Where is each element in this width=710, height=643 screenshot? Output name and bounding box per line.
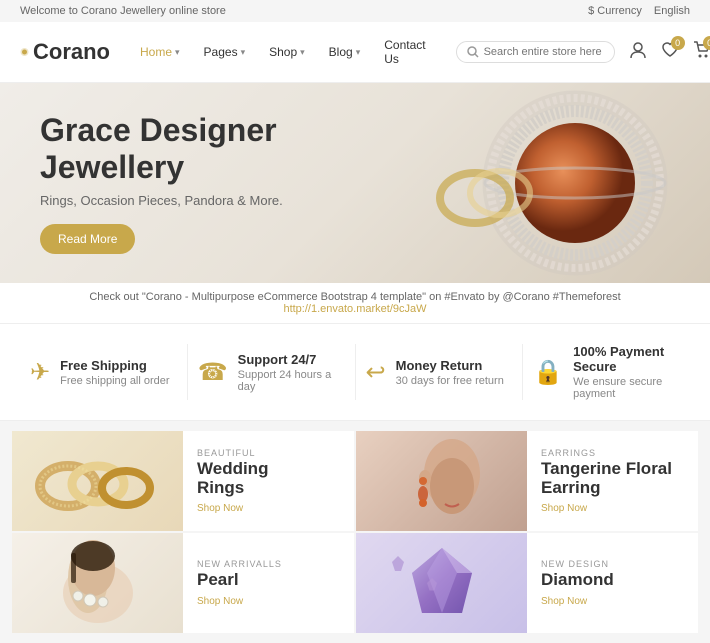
product-image-diamond [356,533,527,633]
feature-shipping: ✈ Free Shipping Free shipping all order [20,344,187,400]
search-box[interactable] [456,41,615,63]
hero-section: Grace Designer Jewellery Rings, Occasion… [0,83,710,283]
rings-name: Wedding Rings [197,460,268,497]
feature-shipping-text: Free Shipping Free shipping all order [60,358,169,387]
nav-home[interactable]: Home ▾ [130,39,190,65]
return-icon: ↩ [366,358,386,387]
header: Corano Home ▾ Pages ▾ Shop ▾ Blog ▾ Cont… [0,22,710,83]
diamond-name: Diamond [541,571,614,590]
return-desc: 30 days for free return [396,375,504,387]
feature-support-text: Support 24/7 Support 24 hours a day [238,352,345,393]
product-card-earring: EARRINGS Tangerine Floral Earring Shop N… [356,431,698,531]
product-image-earring [356,431,527,531]
wishlist-badge: 0 [671,36,685,50]
shipping-desc: Free shipping all order [60,375,169,387]
logo-text: Corano [33,39,110,65]
currency-selector[interactable]: $ Currency [588,5,642,17]
rings-image-svg [33,436,163,526]
rings-shop-link[interactable]: Shop Now [197,503,268,514]
product-image-pearl [12,533,183,633]
nav-pages[interactable]: Pages ▾ [194,39,256,65]
pearl-image-svg [33,538,163,628]
nav-contact[interactable]: Contact Us [374,32,435,72]
hero-image [320,83,710,283]
feature-payment: 🔒 100% Payment Secure We ensure secure p… [522,344,690,400]
pearl-category: NEW ARRIVALLS [197,559,282,569]
hero-jewelry-image [355,83,675,283]
feature-return-text: Money Return 30 days for free return [396,358,504,387]
cart-badge: 0 [703,36,710,50]
product-image-rings [12,431,183,531]
main-nav: Home ▾ Pages ▾ Shop ▾ Blog ▾ Contact Us [130,32,436,72]
welcome-text: Welcome to Corano Jewellery online store [20,5,226,17]
earring-image-svg [377,436,507,526]
search-input[interactable] [484,46,604,58]
diamond-shop-link[interactable]: Shop Now [541,596,614,607]
nav-blog[interactable]: Blog ▾ [319,39,371,65]
support-title: Support 24/7 [238,352,345,367]
payment-icon: 🔒 [533,358,563,387]
blog-arrow: ▾ [356,47,361,58]
return-title: Money Return [396,358,504,373]
feature-return: ↩ Money Return 30 days for free return [355,344,523,400]
pearl-shop-link[interactable]: Shop Now [197,596,282,607]
diamond-category: NEW DESIGN [541,559,614,569]
product-grid: BEAUTIFUL Wedding Rings Shop Now [0,421,710,643]
earring-shop-link[interactable]: Shop Now [541,503,672,514]
diamond-image-svg [377,538,507,628]
features-section: ✈ Free Shipping Free shipping all order … [0,324,710,421]
hero-content: Grace Designer Jewellery Rings, Occasion… [0,83,323,283]
product-card-wedding-rings: BEAUTIFUL Wedding Rings Shop Now [12,431,354,531]
account-button[interactable] [629,41,647,64]
earring-name: Tangerine Floral Earring [541,460,672,497]
product-info-pearl: NEW ARRIVALLS Pearl Shop Now [183,533,296,633]
cart-button[interactable]: 0 [693,41,710,64]
hero-subtitle: Rings, Occasion Pieces, Pandora & More. [40,193,283,208]
product-card-pearl: NEW ARRIVALLS Pearl Shop Now [12,533,354,633]
top-bar-right: $ Currency English [588,5,690,17]
logo[interactable]: Corano [20,39,110,65]
search-icon [467,46,479,58]
hero-cta-button[interactable]: Read More [40,224,135,254]
payment-desc: We ensure secure payment [573,376,680,400]
account-icon [629,41,647,59]
logo-icon [20,43,29,61]
header-right: 0 0 [456,41,710,64]
top-bar: Welcome to Corano Jewellery online store… [0,0,710,22]
promo-link[interactable]: http://1.envato.market/9cJaW [283,303,426,315]
language-selector[interactable]: English [654,5,690,17]
hero-title: Grace Designer Jewellery [40,112,283,186]
rings-category: BEAUTIFUL [197,448,268,458]
pearl-name: Pearl [197,571,282,590]
product-info-earring: EARRINGS Tangerine Floral Earring Shop N… [527,431,686,531]
earring-category: EARRINGS [541,448,672,458]
promo-text: Check out "Corano - Multipurpose eCommer… [89,291,620,303]
nav-shop[interactable]: Shop ▾ [259,39,315,65]
support-icon: ☎ [198,358,228,387]
promo-bar: Check out "Corano - Multipurpose eCommer… [0,283,710,324]
product-card-diamond: NEW DESIGN Diamond Shop Now [356,533,698,633]
feature-payment-text: 100% Payment Secure We ensure secure pay… [573,344,680,400]
shipping-title: Free Shipping [60,358,169,373]
wishlist-button[interactable]: 0 [661,41,679,64]
pages-arrow: ▾ [241,47,246,58]
product-info-diamond: NEW DESIGN Diamond Shop Now [527,533,628,633]
shop-arrow: ▾ [300,47,305,58]
home-arrow: ▾ [175,47,180,58]
product-info-rings: BEAUTIFUL Wedding Rings Shop Now [183,431,282,531]
shipping-icon: ✈ [30,358,50,387]
support-desc: Support 24 hours a day [238,369,345,393]
feature-support: ☎ Support 24/7 Support 24 hours a day [187,344,355,400]
payment-title: 100% Payment Secure [573,344,680,374]
